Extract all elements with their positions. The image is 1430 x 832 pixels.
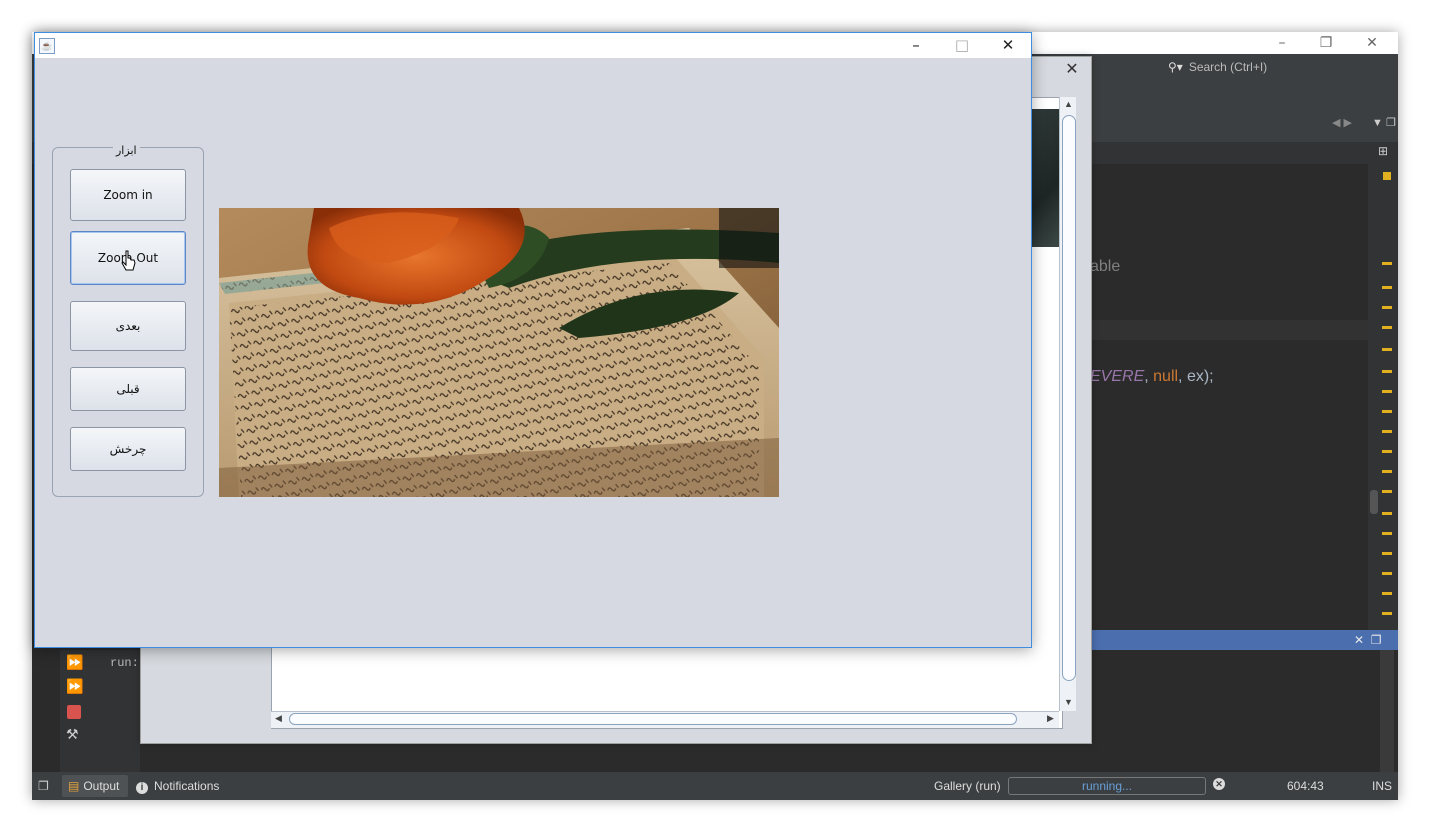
code-token: null (1153, 368, 1179, 385)
scroll-down-icon[interactable]: ▼ (1064, 697, 1073, 707)
stripe-mark[interactable] (1382, 512, 1392, 515)
stripe-mark[interactable] (1382, 552, 1392, 555)
editor-scroll-thumb[interactable] (1370, 490, 1378, 514)
stripe-mark[interactable] (1382, 490, 1392, 493)
code-token: , ex); (1178, 368, 1214, 385)
ide-search-box[interactable]: ⚲▾ Search (Ctrl+I) (1168, 58, 1368, 76)
output-scrollbar[interactable] (1380, 650, 1394, 772)
ide-restore-button[interactable]: ❐ (1304, 32, 1348, 54)
search-placeholder: Search (Ctrl+I) (1188, 60, 1268, 74)
stripe-mark[interactable] (1382, 430, 1392, 433)
stripe-mark[interactable] (1382, 286, 1392, 289)
ide-minimize-button[interactable]: – (1260, 32, 1304, 54)
scroll-right-icon[interactable]: ▶ (1047, 713, 1054, 724)
info-icon: i (136, 782, 148, 794)
close-icon[interactable]: ✕ (1057, 57, 1087, 81)
maximize-editor-icon[interactable]: ⊞ (1378, 144, 1388, 158)
viewer-titlebar: ☕ – □ ✕ (35, 33, 1031, 58)
error-stripe (1368, 164, 1398, 630)
notifications-tab-button[interactable]: i Notifications (136, 775, 219, 797)
quran-rose-photo (219, 208, 779, 497)
stripe-mark[interactable] (1382, 470, 1392, 473)
next-button[interactable]: بعدی (70, 301, 186, 351)
java-app-icon[interactable]: ☕ (39, 38, 55, 54)
stripe-mark[interactable] (1382, 370, 1392, 373)
displayed-image (219, 208, 779, 497)
stripe-mark[interactable] (1382, 572, 1392, 575)
minimize-icon[interactable]: – (893, 33, 939, 58)
rotate-button[interactable]: چرخش (70, 427, 186, 471)
image-viewer-window: ☕ – □ ✕ ابزار Zoom in Zoom Out بعدی قبلی… (34, 32, 1032, 648)
task-name: Gallery (run) (934, 779, 1001, 793)
restore-window-icon[interactable]: ❐ (1371, 633, 1382, 647)
tools-panel-title: ابزار (113, 144, 140, 157)
horizontal-scroll-thumb[interactable] (289, 713, 1017, 725)
progress-bar[interactable]: running... (1008, 777, 1206, 795)
zoom-in-button[interactable]: Zoom in (70, 169, 186, 221)
close-icon[interactable]: ✕ (1354, 633, 1364, 647)
stripe-mark[interactable] (1382, 410, 1392, 413)
restore-panels-icon[interactable]: ❐ (38, 779, 49, 793)
caret-position: 604:43 (1287, 779, 1324, 793)
output-panel-controls: ✕ ❐ (1354, 630, 1382, 650)
window-menu-icon[interactable]: ▼ ❐ (1372, 116, 1396, 129)
stripe-mark[interactable] (1382, 306, 1392, 309)
stripe-mark[interactable] (1382, 262, 1392, 265)
scroll-up-icon[interactable]: ▲ (1064, 99, 1073, 109)
maximize-icon[interactable]: □ (939, 33, 985, 58)
output-tab-button[interactable]: ▤ Output (62, 775, 128, 797)
cancel-task-icon[interactable]: ✕ (1213, 778, 1225, 790)
code-token: , (1144, 368, 1154, 385)
mouse-cursor-icon (121, 250, 136, 271)
nav-arrows-icon[interactable]: ◀ ▶ (1332, 116, 1352, 129)
thumbnail-image[interactable] (1031, 109, 1061, 247)
rerun-with-params-icon[interactable]: ⏩ (66, 678, 83, 695)
output-panel-header (1090, 630, 1398, 650)
scroll-left-icon[interactable]: ◀ (275, 713, 282, 724)
stop-icon[interactable] (67, 705, 81, 719)
code-line: able (1090, 258, 1121, 275)
stripe-mark[interactable] (1382, 592, 1392, 595)
stripe-mark[interactable] (1382, 612, 1392, 615)
stripe-mark[interactable] (1382, 390, 1392, 393)
settings-tools-icon[interactable]: ⚒ (66, 726, 79, 743)
vertical-scroll-thumb[interactable] (1062, 115, 1076, 681)
output-text: run: (110, 656, 139, 670)
stripe-mark[interactable] (1382, 348, 1392, 351)
ide-close-button[interactable]: ✕ (1350, 32, 1394, 54)
rerun-icon[interactable]: ⏩ (66, 654, 83, 671)
notifications-tab-label: Notifications (154, 779, 220, 793)
output-tab-label: Output (83, 779, 120, 793)
insert-mode: INS (1372, 779, 1393, 793)
stripe-mark[interactable] (1382, 326, 1392, 329)
previous-button[interactable]: قبلی (70, 367, 186, 411)
warning-indicator-icon[interactable] (1383, 172, 1391, 180)
code-token: EVERE (1090, 368, 1145, 385)
code-line: EVERE, null, ex); (1090, 368, 1214, 386)
close-icon[interactable]: ✕ (985, 33, 1031, 58)
search-icon: ⚲▾ (1168, 60, 1183, 74)
stripe-mark[interactable] (1382, 532, 1392, 535)
stripe-mark[interactable] (1382, 450, 1392, 453)
output-icon: ▤ (68, 779, 80, 793)
